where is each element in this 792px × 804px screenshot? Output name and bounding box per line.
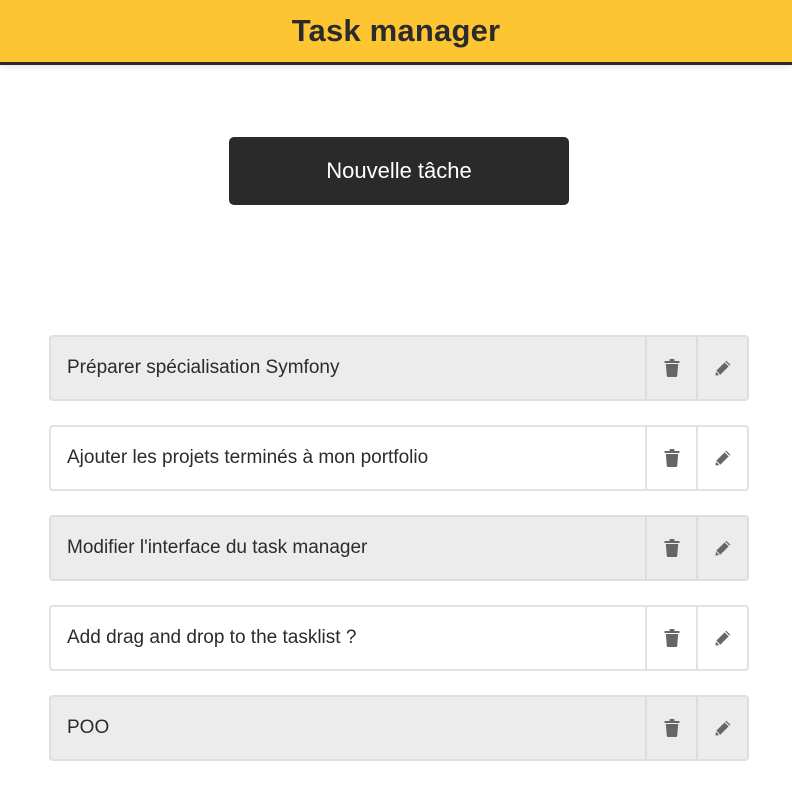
trash-icon xyxy=(664,359,680,377)
edit-task-button[interactable] xyxy=(696,517,747,579)
task-label: Préparer spécialisation Symfony xyxy=(67,357,340,378)
task-label: Modifier l'interface du task manager xyxy=(67,537,368,558)
task-row: Add drag and drop to the tasklist ? xyxy=(49,605,749,671)
new-task-button[interactable]: Nouvelle tâche xyxy=(229,137,569,205)
task-row: POO xyxy=(49,695,749,761)
pencil-icon xyxy=(714,359,732,377)
trash-icon xyxy=(664,539,680,557)
trash-icon xyxy=(664,629,680,647)
pencil-icon xyxy=(714,539,732,557)
edit-task-button[interactable] xyxy=(696,337,747,399)
task-label: Ajouter les projets terminés à mon portf… xyxy=(67,447,429,468)
delete-task-button[interactable] xyxy=(645,697,696,759)
task-label: POO xyxy=(67,717,110,738)
task-row: Préparer spécialisation Symfony xyxy=(49,335,749,401)
task-row: Modifier l'interface du task manager xyxy=(49,515,749,581)
task-label: Add drag and drop to the tasklist ? xyxy=(67,627,357,648)
pencil-icon xyxy=(714,719,732,737)
trash-icon xyxy=(664,719,680,737)
task-row: Ajouter les projets terminés à mon portf… xyxy=(49,425,749,491)
task-list: Préparer spécialisation Symfony Ajouter … xyxy=(49,335,749,785)
edit-task-button[interactable] xyxy=(696,427,747,489)
pencil-icon xyxy=(714,629,732,647)
edit-task-button[interactable] xyxy=(696,697,747,759)
app-header: Task manager xyxy=(0,0,792,65)
delete-task-button[interactable] xyxy=(645,517,696,579)
page-title: Task manager xyxy=(291,13,501,48)
delete-task-button[interactable] xyxy=(645,337,696,399)
trash-icon xyxy=(664,449,680,467)
pencil-icon xyxy=(714,449,732,467)
delete-task-button[interactable] xyxy=(645,607,696,669)
delete-task-button[interactable] xyxy=(645,427,696,489)
edit-task-button[interactable] xyxy=(696,607,747,669)
